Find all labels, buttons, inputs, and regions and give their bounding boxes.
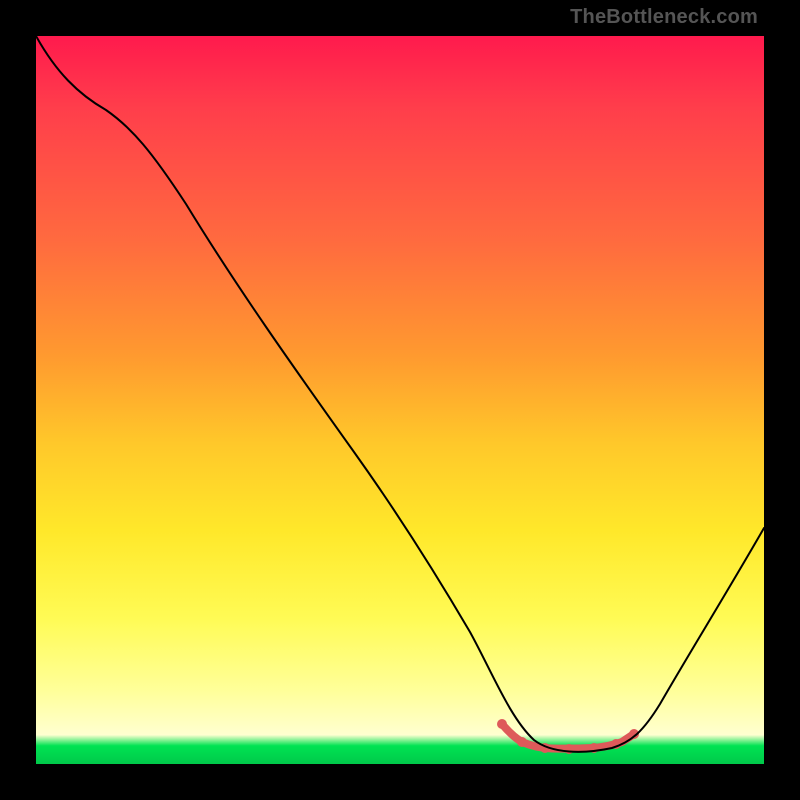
curves-layer bbox=[36, 36, 764, 764]
main-curve bbox=[36, 36, 764, 752]
chart-viewport: TheBottleneck.com bbox=[0, 0, 800, 800]
inset-curve-dots bbox=[497, 719, 639, 754]
plot-area bbox=[36, 36, 764, 764]
inset-curve bbox=[502, 724, 634, 749]
watermark-text: TheBottleneck.com bbox=[570, 6, 758, 29]
